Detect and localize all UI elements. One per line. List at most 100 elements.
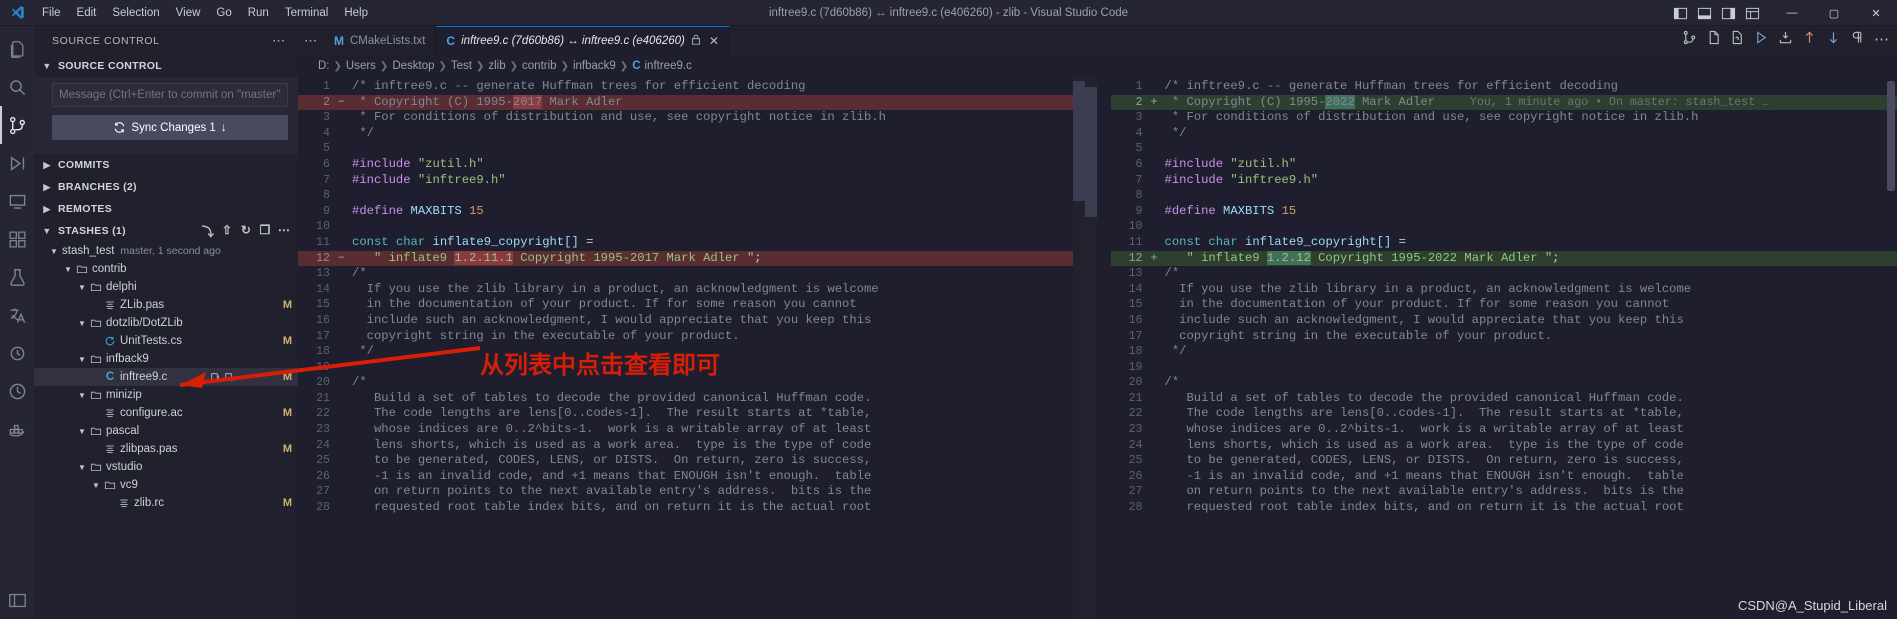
stashes-more-icon[interactable]: ⋯ bbox=[276, 223, 292, 240]
activity-translate[interactable] bbox=[0, 296, 34, 334]
activity-timeline[interactable] bbox=[0, 372, 34, 410]
code-line[interactable]: 5 bbox=[1111, 141, 1897, 157]
code-line-deleted[interactable]: 12− " inflate9 1.2.11.1 Copyright 1995-2… bbox=[298, 250, 1085, 267]
code-line[interactable]: 23 whose indices are 0..2^bits-1. work i… bbox=[1111, 422, 1897, 438]
section-header-source-control[interactable]: ▼ SOURCE CONTROL bbox=[34, 55, 298, 77]
tabs-more-icon[interactable]: ⋯ bbox=[298, 26, 324, 55]
next-change-icon[interactable] bbox=[1826, 30, 1841, 50]
tree-row[interactable]: ▼ contrib bbox=[34, 260, 298, 278]
stashes-actions[interactable]: ⤵ ⇧ ↻ ❐ ⋯ bbox=[200, 223, 298, 240]
breadcrumb-item-users[interactable]: Users bbox=[346, 60, 376, 72]
menu-selection[interactable]: Selection bbox=[104, 4, 167, 22]
scrollbar-thumb[interactable] bbox=[1887, 81, 1895, 191]
close-button[interactable]: ✕ bbox=[1855, 0, 1897, 26]
tree-row[interactable]: ▼ minizip bbox=[34, 386, 298, 404]
stash-apply-icon[interactable]: ⇧ bbox=[219, 223, 235, 240]
activity-search[interactable] bbox=[0, 68, 34, 106]
tab-inftree9-diff[interactable]: C inftree9.c (7d60b86) ↔ inftree9.c (e40… bbox=[436, 26, 730, 55]
code-line[interactable]: 23 whose indices are 0..2^bits-1. work i… bbox=[298, 422, 1085, 438]
tree-row[interactable]: ▼ vc9 bbox=[34, 476, 298, 494]
commit-message-input[interactable] bbox=[52, 83, 288, 107]
menu-bar[interactable]: File Edit Selection View Go Run Terminal… bbox=[34, 4, 376, 22]
diff-pane-modified[interactable]: 1 /* inftree9.c -- generate Huffman trees… bbox=[1110, 77, 1897, 619]
activity-extensions[interactable] bbox=[0, 220, 34, 258]
breadcrumb-item-desktop[interactable]: Desktop bbox=[392, 60, 434, 72]
code-line-deleted[interactable]: 2− * Copyright (C) 1995-2017 Mark Adler bbox=[298, 94, 1085, 111]
code-line[interactable]: 16 include such an acknowledgment, I wou… bbox=[298, 313, 1085, 329]
code-line[interactable]: 3 * For conditions of distribution and u… bbox=[1111, 110, 1897, 126]
code-line[interactable]: 7 #include "inftree9.h" bbox=[298, 173, 1085, 189]
code-line[interactable]: 8 bbox=[1111, 188, 1897, 204]
code-line[interactable]: 20 /* bbox=[298, 375, 1085, 391]
section-header-stashes[interactable]: ▼ STASHES (1) ⤵ ⇧ ↻ ❐ ⋯ bbox=[34, 220, 298, 242]
code-line[interactable]: 13 /* bbox=[298, 266, 1085, 282]
code-line[interactable]: 17 copyright string in the executable of… bbox=[298, 329, 1085, 345]
code-line[interactable]: 14 If you use the zlib library in a prod… bbox=[298, 282, 1085, 298]
code-line[interactable]: 27 on return points to the next availabl… bbox=[298, 484, 1085, 500]
activity-source-control[interactable] bbox=[0, 106, 34, 144]
tree-row-selected[interactable]: Cinftree9.c M bbox=[34, 368, 298, 386]
code-line[interactable]: 24 lens shorts, which is used as a work … bbox=[1111, 438, 1897, 454]
section-header-branches[interactable]: ▶ BRANCHES (2) bbox=[34, 176, 298, 198]
activity-settings-sync[interactable] bbox=[0, 334, 34, 372]
section-header-commits[interactable]: ▶ COMMITS bbox=[34, 154, 298, 176]
lock-icon[interactable] bbox=[691, 34, 701, 48]
activity-run-debug[interactable] bbox=[0, 144, 34, 182]
stash-list-icon[interactable]: ❐ bbox=[257, 223, 273, 240]
tree-row[interactable]: UnitTests.cs M bbox=[34, 332, 298, 350]
code-line[interactable]: 7 #include "inftree9.h" bbox=[1111, 173, 1897, 189]
code-line[interactable]: 19 bbox=[1111, 360, 1897, 376]
code-line-added[interactable]: 2 + * Copyright (C) 1995-2022 Mark Adler … bbox=[1110, 94, 1897, 111]
run-icon[interactable] bbox=[1754, 30, 1769, 50]
code-line[interactable]: 18 */ bbox=[1111, 344, 1897, 360]
previous-change-icon[interactable] bbox=[1802, 30, 1817, 50]
toggle-panel-icon[interactable] bbox=[1693, 3, 1715, 23]
menu-file[interactable]: File bbox=[34, 4, 69, 22]
code-line[interactable]: 9 #define MAXBITS 15 bbox=[298, 204, 1085, 220]
code-line[interactable]: 22 The code lengths are lens[0..codes-1]… bbox=[298, 406, 1085, 422]
breadcrumb-item-contrib[interactable]: contrib bbox=[522, 60, 557, 72]
editor-scrollbar[interactable] bbox=[1885, 77, 1897, 619]
stash-root-row[interactable]: ▼ stash_test master, 1 second ago bbox=[34, 242, 298, 260]
tab-cmakelists[interactable]: M CMakeLists.txt bbox=[324, 26, 437, 55]
tree-row[interactable]: ▼ dotzlib/DotZLib bbox=[34, 314, 298, 332]
window-controls[interactable]: — ▢ ✕ bbox=[1669, 0, 1897, 26]
menu-run[interactable]: Run bbox=[240, 4, 277, 22]
layout-toggles[interactable] bbox=[1669, 3, 1763, 23]
diff-splitter[interactable] bbox=[1084, 77, 1111, 619]
code-line[interactable]: 25 to be generated, CODES, LENS, or DIST… bbox=[298, 453, 1085, 469]
toggle-secondary-sidebar-icon[interactable] bbox=[1717, 3, 1739, 23]
minimap-slider[interactable] bbox=[1072, 81, 1085, 201]
code-line[interactable]: 11 const char inflate9_copyright[] = bbox=[1111, 235, 1897, 251]
code-line[interactable]: 28 requested root table index bits, and … bbox=[298, 500, 1085, 516]
code-line[interactable]: 19 bbox=[298, 360, 1085, 376]
breadcrumb[interactable]: D: ❯ Users ❯ Desktop ❯ Test ❯ zlib ❯ con… bbox=[298, 55, 1897, 77]
tree-row[interactable]: configure.ac M bbox=[34, 404, 298, 422]
activity-explorer[interactable] bbox=[0, 30, 34, 68]
editor-action-bar[interactable]: ⋯ bbox=[1682, 30, 1889, 50]
splitter-thumb[interactable] bbox=[1084, 87, 1097, 217]
revert-file-icon[interactable] bbox=[1730, 30, 1745, 50]
stash-push-icon[interactable]: ⤵ bbox=[200, 223, 216, 240]
code-line[interactable]: 4 */ bbox=[298, 126, 1085, 142]
breadcrumb-item-test[interactable]: Test bbox=[451, 60, 472, 72]
code-line[interactable]: 16 include such an acknowledgment, I wou… bbox=[1111, 313, 1897, 329]
code-line[interactable]: 21 Build a set of tables to decode the p… bbox=[298, 391, 1085, 407]
stash-file-tree[interactable]: ▼ contrib ▼ delphi ZLib.pas M ▼ dotzlib/DotZLib… bbox=[34, 260, 298, 512]
stage-icon[interactable] bbox=[1778, 30, 1793, 50]
tree-row[interactable]: zlib.rc M bbox=[34, 494, 298, 512]
breadcrumb-item-infback9[interactable]: infback9 bbox=[573, 60, 616, 72]
code-line[interactable]: 15 in the documentation of your product.… bbox=[1111, 297, 1897, 313]
breadcrumb-item-drive[interactable]: D: bbox=[318, 60, 330, 72]
code-line[interactable]: 25 to be generated, CODES, LENS, or DIST… bbox=[1111, 453, 1897, 469]
breadcrumb-item-file[interactable]: inftree9.c bbox=[645, 60, 692, 72]
editor-tabs[interactable]: ⋯ M CMakeLists.txt C inftree9.c (7d60b86… bbox=[298, 26, 1897, 55]
toggle-primary-sidebar-icon[interactable] bbox=[1669, 3, 1691, 23]
whitespace-icon[interactable] bbox=[1850, 30, 1865, 50]
tree-row[interactable]: ▼ delphi bbox=[34, 278, 298, 296]
breadcrumb-item-zlib[interactable]: zlib bbox=[488, 60, 505, 72]
diff-pane-original[interactable]: 1 /* inftree9.c -- generate Huffman trees… bbox=[298, 77, 1085, 619]
sidebar-more-actions-icon[interactable]: ⋯ bbox=[266, 33, 292, 49]
customize-layout-icon[interactable] bbox=[1741, 3, 1763, 23]
code-line[interactable]: 18 */ bbox=[298, 344, 1085, 360]
